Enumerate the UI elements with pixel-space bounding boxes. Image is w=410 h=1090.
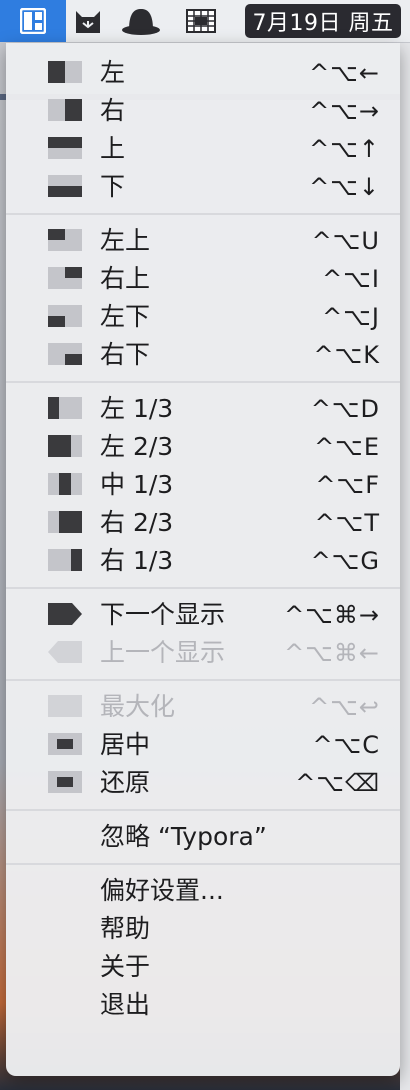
- menu-item[interactable]: 右 ^⌥→: [6, 93, 400, 129]
- top-right-icon: [48, 267, 82, 291]
- menu-item-label: 退出: [100, 990, 151, 1019]
- menu-separator: [6, 213, 400, 215]
- grid-icon[interactable]: [178, 0, 224, 42]
- top-left-icon: [48, 229, 82, 253]
- menu-item[interactable]: 居中 ^⌥C: [6, 727, 400, 763]
- menu-item[interactable]: 退出: [6, 987, 400, 1023]
- menu-separator: [6, 863, 400, 865]
- window-manager-menu: 左 ^⌥← 右 ^⌥→ 上 ^⌥↑ 下 ^⌥↓ 左上 ^⌥U 右上 ^⌥I 左下 ^⌥J 右下 ^⌥K 左 1/…: [6, 43, 400, 1076]
- menu-item-shortcut: ^⌥C: [312, 731, 380, 759]
- incognito-hat-icon[interactable]: [118, 0, 164, 42]
- menu-item-shortcut: ^⌥←: [309, 59, 380, 87]
- menu-item-shortcut: ^⌥G: [310, 547, 380, 575]
- menu-item-label: 左: [100, 58, 126, 87]
- menu-item-shortcut: ^⌥↓: [309, 173, 380, 201]
- previous-display-icon: [48, 641, 82, 665]
- menu-item[interactable]: 左 1/3 ^⌥D: [6, 391, 400, 427]
- menu-item[interactable]: 偏好设置...: [6, 873, 400, 909]
- menu-item-shortcut: ^⌥⌘→: [284, 601, 380, 629]
- menu-bar: 7月19日 周五: [0, 0, 410, 43]
- menu-item-label: 忽略 “Typora”: [100, 822, 267, 851]
- right-two-thirds-icon: [48, 511, 82, 535]
- menu-item-label: 下: [100, 172, 126, 201]
- menu-item-label: 最大化: [100, 692, 176, 721]
- share-icon[interactable]: [70, 0, 106, 42]
- center-third-icon: [48, 473, 82, 497]
- menu-separator: [6, 679, 400, 681]
- right-half-icon: [48, 99, 82, 123]
- menu-item[interactable]: 左 2/3 ^⌥E: [6, 429, 400, 465]
- menu-item-shortcut: ^⌥↩: [309, 693, 380, 721]
- menu-item-label: 右 1/3: [100, 546, 174, 575]
- menu-item-label: 还原: [100, 768, 151, 797]
- menu-item-shortcut: ^⌥↑: [309, 135, 380, 163]
- menu-item-label: 中 1/3: [100, 470, 174, 499]
- menu-item-shortcut: ^⌥→: [309, 97, 380, 125]
- window-layout-icon[interactable]: [0, 0, 66, 42]
- menu-item-label: 左下: [100, 302, 151, 331]
- menu-item-label: 偏好设置...: [100, 876, 224, 905]
- menu-item[interactable]: 下 ^⌥↓: [6, 169, 400, 205]
- menu-item: 最大化 ^⌥↩: [6, 689, 400, 725]
- right-third-icon: [48, 549, 82, 573]
- menu-item-label: 右上: [100, 264, 151, 293]
- menu-item-shortcut: ^⌥⌘←: [284, 639, 380, 667]
- menu-separator: [6, 587, 400, 589]
- menu-item-shortcut: ^⌥E: [314, 433, 380, 461]
- menu-item: 上一个显示 ^⌥⌘←: [6, 635, 400, 671]
- menu-item-label: 右: [100, 96, 126, 125]
- menu-item-label: 上一个显示: [100, 638, 226, 667]
- menu-item[interactable]: 左上 ^⌥U: [6, 223, 400, 259]
- menu-item-shortcut: ^⌥U: [311, 227, 380, 255]
- menu-item-label: 左 1/3: [100, 394, 174, 423]
- menu-item-label: 关于: [100, 952, 151, 981]
- left-two-thirds-icon: [48, 435, 82, 459]
- bottom-half-icon: [48, 175, 82, 199]
- restore-icon: [48, 771, 82, 795]
- menu-item[interactable]: 右 2/3 ^⌥T: [6, 505, 400, 541]
- menu-item-label: 居中: [100, 730, 151, 759]
- menu-item-label: 右 2/3: [100, 508, 174, 537]
- top-half-icon: [48, 137, 82, 161]
- menu-item-shortcut: ^⌥F: [315, 471, 380, 499]
- left-half-icon: [48, 61, 82, 85]
- menu-item[interactable]: 帮助: [6, 911, 400, 947]
- maximize-icon: [48, 695, 82, 719]
- menu-item[interactable]: 下一个显示 ^⌥⌘→: [6, 597, 400, 633]
- menu-item-shortcut: ^⌥D: [310, 395, 380, 423]
- menu-item[interactable]: 关于: [6, 949, 400, 985]
- menu-item-label: 左上: [100, 226, 151, 255]
- menu-item-shortcut: ^⌥K: [313, 341, 380, 369]
- bottom-left-icon: [48, 305, 82, 329]
- clock-date[interactable]: 7月19日 周五: [245, 4, 401, 38]
- menu-separator: [6, 381, 400, 383]
- menu-item[interactable]: 忽略 “Typora”: [6, 819, 400, 855]
- menu-item[interactable]: 左下 ^⌥J: [6, 299, 400, 335]
- left-third-icon: [48, 397, 82, 421]
- menu-item-label: 下一个显示: [100, 600, 226, 629]
- menu-item[interactable]: 右上 ^⌥I: [6, 261, 400, 297]
- center-icon: [48, 733, 82, 757]
- menu-item-label: 右下: [100, 340, 151, 369]
- menu-item-shortcut: ^⌥I: [322, 265, 380, 293]
- menu-item-shortcut: ^⌥J: [322, 303, 380, 331]
- menu-item[interactable]: 左 ^⌥←: [6, 55, 400, 91]
- menu-item-shortcut: ^⌥⌫: [295, 769, 380, 797]
- background-window-edge: [400, 43, 410, 1090]
- menu-item[interactable]: 右 1/3 ^⌥G: [6, 543, 400, 579]
- menu-item-shortcut: ^⌥T: [314, 509, 380, 537]
- menu-item-label: 上: [100, 134, 126, 163]
- menu-separator: [6, 809, 400, 811]
- menu-item-label: 左 2/3: [100, 432, 174, 461]
- menu-item-label: 帮助: [100, 914, 151, 943]
- menu-item[interactable]: 上 ^⌥↑: [6, 131, 400, 167]
- menu-item[interactable]: 中 1/3 ^⌥F: [6, 467, 400, 503]
- menu-item[interactable]: 还原 ^⌥⌫: [6, 765, 400, 801]
- bottom-right-icon: [48, 343, 82, 367]
- menu-item[interactable]: 右下 ^⌥K: [6, 337, 400, 373]
- next-display-icon: [48, 603, 82, 627]
